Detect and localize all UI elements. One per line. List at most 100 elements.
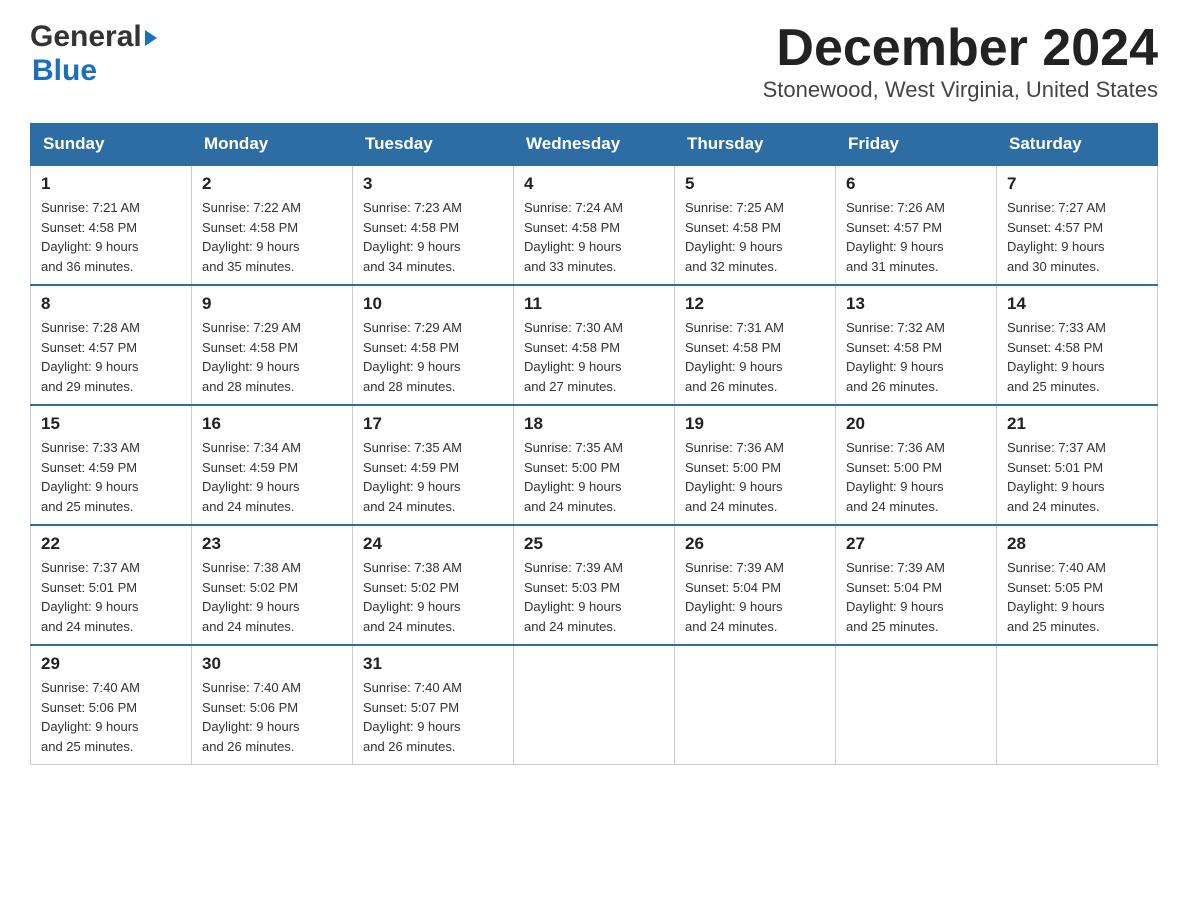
page-header: General Blue December 2024 Stonewood, We… bbox=[30, 20, 1158, 103]
calendar-week-row: 8 Sunrise: 7:28 AM Sunset: 4:57 PM Dayli… bbox=[31, 285, 1158, 405]
day-number: 8 bbox=[41, 294, 181, 314]
day-info: Sunrise: 7:40 AM Sunset: 5:07 PM Dayligh… bbox=[363, 678, 503, 756]
day-info: Sunrise: 7:34 AM Sunset: 4:59 PM Dayligh… bbox=[202, 438, 342, 516]
table-row: 21 Sunrise: 7:37 AM Sunset: 5:01 PM Dayl… bbox=[997, 405, 1158, 525]
day-number: 7 bbox=[1007, 174, 1147, 194]
day-number: 31 bbox=[363, 654, 503, 674]
day-info: Sunrise: 7:23 AM Sunset: 4:58 PM Dayligh… bbox=[363, 198, 503, 276]
table-row: 22 Sunrise: 7:37 AM Sunset: 5:01 PM Dayl… bbox=[31, 525, 192, 645]
table-row: 27 Sunrise: 7:39 AM Sunset: 5:04 PM Dayl… bbox=[836, 525, 997, 645]
day-number: 19 bbox=[685, 414, 825, 434]
col-saturday: Saturday bbox=[997, 124, 1158, 166]
day-info: Sunrise: 7:24 AM Sunset: 4:58 PM Dayligh… bbox=[524, 198, 664, 276]
calendar-table: Sunday Monday Tuesday Wednesday Thursday… bbox=[30, 123, 1158, 765]
day-number: 24 bbox=[363, 534, 503, 554]
day-info: Sunrise: 7:33 AM Sunset: 4:58 PM Dayligh… bbox=[1007, 318, 1147, 396]
day-number: 9 bbox=[202, 294, 342, 314]
table-row: 7 Sunrise: 7:27 AM Sunset: 4:57 PM Dayli… bbox=[997, 165, 1158, 285]
day-info: Sunrise: 7:21 AM Sunset: 4:58 PM Dayligh… bbox=[41, 198, 181, 276]
page-subtitle: Stonewood, West Virginia, United States bbox=[763, 77, 1158, 103]
table-row: 28 Sunrise: 7:40 AM Sunset: 5:05 PM Dayl… bbox=[997, 525, 1158, 645]
table-row: 15 Sunrise: 7:33 AM Sunset: 4:59 PM Dayl… bbox=[31, 405, 192, 525]
logo-blue-text: Blue bbox=[32, 54, 97, 87]
page-title: December 2024 bbox=[763, 20, 1158, 77]
day-number: 13 bbox=[846, 294, 986, 314]
table-row bbox=[997, 645, 1158, 765]
day-info: Sunrise: 7:31 AM Sunset: 4:58 PM Dayligh… bbox=[685, 318, 825, 396]
table-row: 6 Sunrise: 7:26 AM Sunset: 4:57 PM Dayli… bbox=[836, 165, 997, 285]
calendar-week-row: 15 Sunrise: 7:33 AM Sunset: 4:59 PM Dayl… bbox=[31, 405, 1158, 525]
day-number: 12 bbox=[685, 294, 825, 314]
day-info: Sunrise: 7:40 AM Sunset: 5:05 PM Dayligh… bbox=[1007, 558, 1147, 636]
col-sunday: Sunday bbox=[31, 124, 192, 166]
logo: General Blue bbox=[30, 20, 157, 88]
day-info: Sunrise: 7:26 AM Sunset: 4:57 PM Dayligh… bbox=[846, 198, 986, 276]
day-number: 16 bbox=[202, 414, 342, 434]
day-info: Sunrise: 7:27 AM Sunset: 4:57 PM Dayligh… bbox=[1007, 198, 1147, 276]
day-info: Sunrise: 7:29 AM Sunset: 4:58 PM Dayligh… bbox=[363, 318, 503, 396]
table-row: 5 Sunrise: 7:25 AM Sunset: 4:58 PM Dayli… bbox=[675, 165, 836, 285]
day-info: Sunrise: 7:35 AM Sunset: 5:00 PM Dayligh… bbox=[524, 438, 664, 516]
table-row: 20 Sunrise: 7:36 AM Sunset: 5:00 PM Dayl… bbox=[836, 405, 997, 525]
day-info: Sunrise: 7:39 AM Sunset: 5:03 PM Dayligh… bbox=[524, 558, 664, 636]
table-row: 24 Sunrise: 7:38 AM Sunset: 5:02 PM Dayl… bbox=[353, 525, 514, 645]
day-number: 26 bbox=[685, 534, 825, 554]
day-number: 5 bbox=[685, 174, 825, 194]
title-block: December 2024 Stonewood, West Virginia, … bbox=[763, 20, 1158, 103]
day-number: 3 bbox=[363, 174, 503, 194]
day-info: Sunrise: 7:35 AM Sunset: 4:59 PM Dayligh… bbox=[363, 438, 503, 516]
day-info: Sunrise: 7:29 AM Sunset: 4:58 PM Dayligh… bbox=[202, 318, 342, 396]
day-info: Sunrise: 7:38 AM Sunset: 5:02 PM Dayligh… bbox=[363, 558, 503, 636]
day-number: 23 bbox=[202, 534, 342, 554]
day-info: Sunrise: 7:37 AM Sunset: 5:01 PM Dayligh… bbox=[1007, 438, 1147, 516]
day-number: 18 bbox=[524, 414, 664, 434]
col-friday: Friday bbox=[836, 124, 997, 166]
table-row bbox=[514, 645, 675, 765]
table-row: 30 Sunrise: 7:40 AM Sunset: 5:06 PM Dayl… bbox=[192, 645, 353, 765]
day-info: Sunrise: 7:40 AM Sunset: 5:06 PM Dayligh… bbox=[202, 678, 342, 756]
day-number: 30 bbox=[202, 654, 342, 674]
table-row: 10 Sunrise: 7:29 AM Sunset: 4:58 PM Dayl… bbox=[353, 285, 514, 405]
day-number: 10 bbox=[363, 294, 503, 314]
table-row: 26 Sunrise: 7:39 AM Sunset: 5:04 PM Dayl… bbox=[675, 525, 836, 645]
table-row bbox=[675, 645, 836, 765]
day-info: Sunrise: 7:36 AM Sunset: 5:00 PM Dayligh… bbox=[846, 438, 986, 516]
table-row: 12 Sunrise: 7:31 AM Sunset: 4:58 PM Dayl… bbox=[675, 285, 836, 405]
calendar-week-row: 22 Sunrise: 7:37 AM Sunset: 5:01 PM Dayl… bbox=[31, 525, 1158, 645]
table-row: 29 Sunrise: 7:40 AM Sunset: 5:06 PM Dayl… bbox=[31, 645, 192, 765]
day-number: 15 bbox=[41, 414, 181, 434]
col-tuesday: Tuesday bbox=[353, 124, 514, 166]
table-row: 18 Sunrise: 7:35 AM Sunset: 5:00 PM Dayl… bbox=[514, 405, 675, 525]
table-row: 19 Sunrise: 7:36 AM Sunset: 5:00 PM Dayl… bbox=[675, 405, 836, 525]
calendar-header-row: Sunday Monday Tuesday Wednesday Thursday… bbox=[31, 124, 1158, 166]
day-number: 4 bbox=[524, 174, 664, 194]
day-info: Sunrise: 7:33 AM Sunset: 4:59 PM Dayligh… bbox=[41, 438, 181, 516]
table-row: 16 Sunrise: 7:34 AM Sunset: 4:59 PM Dayl… bbox=[192, 405, 353, 525]
day-info: Sunrise: 7:28 AM Sunset: 4:57 PM Dayligh… bbox=[41, 318, 181, 396]
table-row: 14 Sunrise: 7:33 AM Sunset: 4:58 PM Dayl… bbox=[997, 285, 1158, 405]
day-number: 11 bbox=[524, 294, 664, 314]
calendar-week-row: 29 Sunrise: 7:40 AM Sunset: 5:06 PM Dayl… bbox=[31, 645, 1158, 765]
logo-general-text: General bbox=[30, 20, 142, 54]
day-info: Sunrise: 7:37 AM Sunset: 5:01 PM Dayligh… bbox=[41, 558, 181, 636]
day-info: Sunrise: 7:32 AM Sunset: 4:58 PM Dayligh… bbox=[846, 318, 986, 396]
day-info: Sunrise: 7:38 AM Sunset: 5:02 PM Dayligh… bbox=[202, 558, 342, 636]
table-row: 17 Sunrise: 7:35 AM Sunset: 4:59 PM Dayl… bbox=[353, 405, 514, 525]
day-number: 20 bbox=[846, 414, 986, 434]
table-row: 25 Sunrise: 7:39 AM Sunset: 5:03 PM Dayl… bbox=[514, 525, 675, 645]
col-thursday: Thursday bbox=[675, 124, 836, 166]
col-wednesday: Wednesday bbox=[514, 124, 675, 166]
day-number: 21 bbox=[1007, 414, 1147, 434]
table-row: 1 Sunrise: 7:21 AM Sunset: 4:58 PM Dayli… bbox=[31, 165, 192, 285]
table-row: 2 Sunrise: 7:22 AM Sunset: 4:58 PM Dayli… bbox=[192, 165, 353, 285]
table-row: 13 Sunrise: 7:32 AM Sunset: 4:58 PM Dayl… bbox=[836, 285, 997, 405]
table-row bbox=[836, 645, 997, 765]
day-info: Sunrise: 7:30 AM Sunset: 4:58 PM Dayligh… bbox=[524, 318, 664, 396]
table-row: 3 Sunrise: 7:23 AM Sunset: 4:58 PM Dayli… bbox=[353, 165, 514, 285]
day-number: 6 bbox=[846, 174, 986, 194]
table-row: 9 Sunrise: 7:29 AM Sunset: 4:58 PM Dayli… bbox=[192, 285, 353, 405]
day-info: Sunrise: 7:39 AM Sunset: 5:04 PM Dayligh… bbox=[685, 558, 825, 636]
day-number: 28 bbox=[1007, 534, 1147, 554]
day-number: 27 bbox=[846, 534, 986, 554]
calendar-week-row: 1 Sunrise: 7:21 AM Sunset: 4:58 PM Dayli… bbox=[31, 165, 1158, 285]
